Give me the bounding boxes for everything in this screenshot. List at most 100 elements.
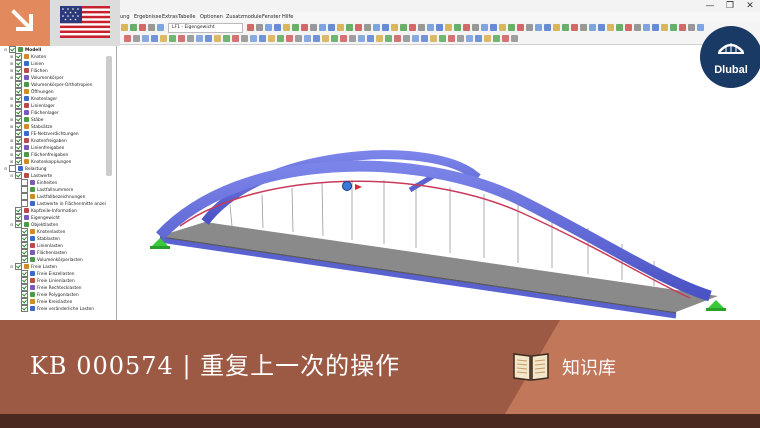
visibility-checkbox[interactable] bbox=[15, 151, 22, 158]
visibility-checkbox[interactable] bbox=[15, 60, 22, 67]
toolbar-button-icon[interactable] bbox=[364, 24, 371, 31]
navigator-item[interactable]: FE-Netzverdichtungen bbox=[10, 130, 79, 137]
loadcase-select[interactable]: LF1 - Eigengewicht bbox=[168, 23, 243, 33]
navigator-item[interactable]: Lastfallnummern bbox=[16, 186, 73, 193]
toolbar-button-icon[interactable] bbox=[340, 35, 347, 42]
toolbar-button-icon[interactable] bbox=[124, 35, 131, 42]
toolbar-button-icon[interactable] bbox=[427, 24, 434, 31]
toolbar-button-icon[interactable] bbox=[160, 35, 167, 42]
menu-item[interactable]: Extras bbox=[162, 12, 178, 22]
menu-item[interactable]: Fenster bbox=[262, 12, 281, 22]
toolbar-button-icon[interactable] bbox=[157, 24, 164, 31]
toolbar-button-icon[interactable] bbox=[376, 35, 383, 42]
toolbar-button-icon[interactable] bbox=[319, 24, 326, 31]
navigator-scrollbar[interactable] bbox=[106, 56, 112, 176]
visibility-checkbox[interactable] bbox=[21, 284, 28, 291]
visibility-checkbox[interactable] bbox=[21, 179, 28, 186]
toolbar-button-icon[interactable] bbox=[403, 35, 410, 42]
toolbar-button-icon[interactable] bbox=[400, 24, 407, 31]
toolbar-button-icon[interactable] bbox=[256, 24, 263, 31]
toolbar-button-icon[interactable] bbox=[265, 24, 272, 31]
expand-toggle-icon[interactable]: ⊞ bbox=[10, 53, 14, 60]
navigator-item[interactable]: ⊟ Freie Lasten bbox=[10, 263, 57, 270]
model-viewport[interactable] bbox=[117, 45, 760, 320]
expand-toggle-icon[interactable]: ⊞ bbox=[10, 123, 14, 130]
toolbar-button-icon[interactable] bbox=[511, 35, 518, 42]
visibility-checkbox[interactable] bbox=[9, 46, 16, 53]
expand-toggle-icon[interactable]: ⊟ bbox=[4, 165, 8, 172]
toolbar-button-icon[interactable] bbox=[466, 35, 473, 42]
toolbar-button-icon[interactable] bbox=[436, 24, 443, 31]
toolbar-button-icon[interactable] bbox=[634, 24, 641, 31]
navigator-item[interactable]: Knotenlasten bbox=[16, 228, 65, 235]
toolbar-button-icon[interactable] bbox=[292, 24, 299, 31]
toolbar-button-icon[interactable] bbox=[454, 24, 461, 31]
navigator-item[interactable]: Freie Linienlasten bbox=[16, 277, 75, 284]
expand-toggle-icon[interactable]: ⊟ bbox=[10, 263, 14, 270]
toolbar-button-icon[interactable] bbox=[268, 35, 275, 42]
toolbar-button-icon[interactable] bbox=[463, 24, 470, 31]
toolbar-button-icon[interactable] bbox=[616, 24, 623, 31]
toolbar-button-icon[interactable] bbox=[643, 24, 650, 31]
toolbar-button-icon[interactable] bbox=[241, 35, 248, 42]
toolbar-button-icon[interactable] bbox=[214, 35, 221, 42]
toolbar-button-icon[interactable] bbox=[277, 35, 284, 42]
visibility-checkbox[interactable] bbox=[15, 214, 22, 221]
toolbar-button-icon[interactable] bbox=[697, 24, 704, 31]
language-flag[interactable] bbox=[50, 0, 120, 46]
navigator-item[interactable]: Freie Polygonlasten bbox=[16, 291, 79, 298]
toolbar-button-icon[interactable] bbox=[196, 35, 203, 42]
toolbar-button-icon[interactable] bbox=[679, 24, 686, 31]
toolbar-button-icon[interactable] bbox=[151, 35, 158, 42]
toolbar-button-icon[interactable] bbox=[169, 35, 176, 42]
navigator-item[interactable]: Volumenkörperlasten bbox=[16, 256, 83, 263]
toolbar-button-icon[interactable] bbox=[382, 24, 389, 31]
navigator-item[interactable]: ⊞ Knoten bbox=[10, 53, 46, 60]
visibility-checkbox[interactable] bbox=[15, 123, 22, 130]
menu-item[interactable]: ung bbox=[120, 12, 130, 22]
toolbar-button-icon[interactable] bbox=[652, 24, 659, 31]
visibility-checkbox[interactable] bbox=[15, 263, 22, 270]
toolbar-button-icon[interactable] bbox=[148, 24, 155, 31]
visibility-checkbox[interactable] bbox=[15, 172, 22, 179]
toolbar-button-icon[interactable] bbox=[493, 35, 500, 42]
toolbar-button-icon[interactable] bbox=[295, 35, 302, 42]
navigator-item[interactable]: ⊞ Flächen bbox=[10, 67, 48, 74]
toolbar-button-icon[interactable] bbox=[274, 24, 281, 31]
visibility-checkbox[interactable] bbox=[15, 81, 22, 88]
toolbar-button-icon[interactable] bbox=[358, 35, 365, 42]
navigator-item[interactable]: Lastwerte in Flächenmitte anzei bbox=[16, 200, 106, 207]
visibility-checkbox[interactable] bbox=[21, 298, 28, 305]
toolbar-button-icon[interactable] bbox=[607, 24, 614, 31]
visibility-checkbox[interactable] bbox=[21, 242, 28, 249]
toolbar-button-icon[interactable] bbox=[571, 24, 578, 31]
visibility-checkbox[interactable] bbox=[21, 193, 28, 200]
navigator-item[interactable]: Freie Einzellasten bbox=[16, 270, 75, 277]
toolbar-button-icon[interactable] bbox=[472, 24, 479, 31]
expand-toggle-icon[interactable]: ⊞ bbox=[10, 74, 14, 81]
toolbar-button-icon[interactable] bbox=[223, 35, 230, 42]
toolbar-button-icon[interactable] bbox=[391, 24, 398, 31]
navigator-item[interactable]: Volumenkörper-Orthotropien bbox=[10, 81, 92, 88]
navigator-item[interactable]: ⊞ Volumenkörper bbox=[10, 74, 64, 81]
toolbar-button-icon[interactable] bbox=[475, 35, 482, 42]
visibility-checkbox[interactable] bbox=[15, 109, 22, 116]
toolbar-button-icon[interactable] bbox=[598, 24, 605, 31]
toolbar-button-icon[interactable] bbox=[139, 24, 146, 31]
minimize-button[interactable]: — bbox=[700, 0, 720, 12]
expand-toggle-icon[interactable]: ⊞ bbox=[10, 102, 14, 109]
visibility-checkbox[interactable] bbox=[21, 186, 28, 193]
navigator-item[interactable]: Linienlasten bbox=[16, 242, 63, 249]
navigator-item[interactable]: ⊟ Belastung bbox=[4, 165, 47, 172]
toolbar-button-icon[interactable] bbox=[247, 24, 254, 31]
visibility-checkbox[interactable] bbox=[21, 249, 28, 256]
visibility-checkbox[interactable] bbox=[21, 270, 28, 277]
toolbar-button-icon[interactable] bbox=[322, 35, 329, 42]
toolbar-button-icon[interactable] bbox=[142, 35, 149, 42]
toolbar-button-icon[interactable] bbox=[301, 24, 308, 31]
toolbar-button-icon[interactable] bbox=[250, 35, 257, 42]
menu-item[interactable]: Hilfe bbox=[282, 12, 293, 22]
toolbar-button-icon[interactable] bbox=[178, 35, 185, 42]
toolbar-button-icon[interactable] bbox=[421, 35, 428, 42]
toolbar-button-icon[interactable] bbox=[535, 24, 542, 31]
